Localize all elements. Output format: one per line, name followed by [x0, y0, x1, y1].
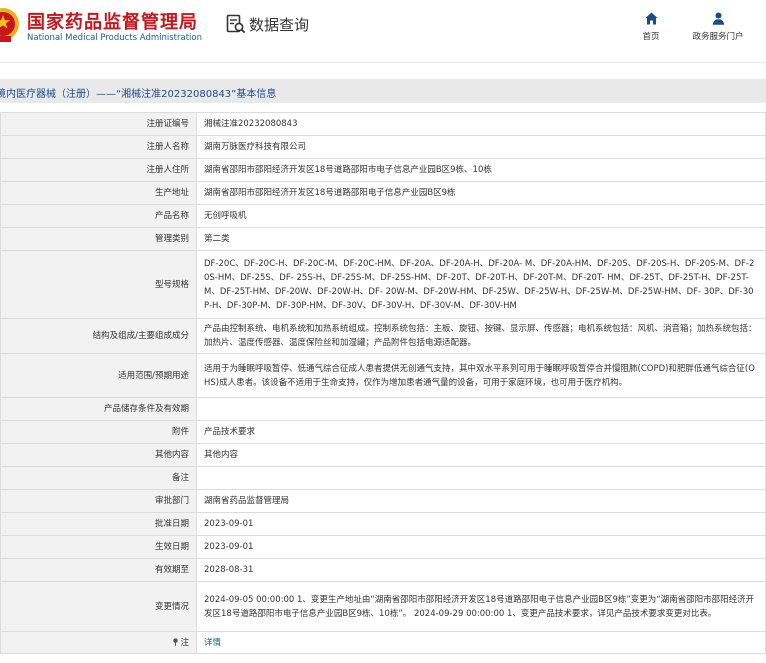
table-row: 注册证编号 湘械注准20232080843	[0, 112, 766, 136]
field-label: 审批部门	[0, 489, 197, 513]
field-label: 注册人名称	[0, 135, 197, 159]
table-row: 适用范围/预期用途 适用于为睡眠呼吸暂停、低通气综合征成人患者提供无创通气支持，…	[0, 353, 766, 398]
table-row: 审批部门 湖南省药品监督管理局	[0, 489, 766, 513]
field-label: 生产地址	[0, 181, 197, 205]
pin-icon	[173, 637, 179, 646]
site-header: 国家药品监督管理局 National Medical Products Admi…	[0, 0, 766, 62]
header-divider	[0, 62, 766, 63]
details-link[interactable]: 详情	[204, 638, 221, 648]
note-label-text: 注	[180, 637, 189, 648]
field-value: 无创呼吸机	[196, 204, 766, 228]
field-value	[196, 397, 766, 421]
field-value: 湖南省药品监督管理局	[196, 489, 766, 513]
brand-name-cn: 国家药品监督管理局	[27, 12, 198, 33]
nav-portal-label: 政务服务门户	[692, 32, 744, 42]
table-row: 结构及组成/主要组成成分 产品由控制系统、电机系统和加热系统组成。控制系统包括：…	[0, 318, 766, 354]
field-label: 适用范围/预期用途	[0, 353, 197, 398]
table-row: 管理类别 第二类	[0, 227, 766, 251]
table-row: 其他内容 其他内容	[0, 443, 766, 467]
table-row: 附件 产品技术要求	[0, 420, 766, 444]
national-emblem-icon	[0, 8, 19, 42]
table-row: 产品名称 无创呼吸机	[0, 204, 766, 228]
field-label: 注册证编号	[0, 112, 197, 136]
field-value: DF-20C、DF-20C-H、DF-20C-M、DF-20C-HM、DF-20…	[196, 250, 766, 319]
field-label: 型号规格	[0, 250, 197, 319]
field-value: 湖南省邵阳市邵阳经济开发区18号道路邵阳市电子信息产业园B区9栋、10栋	[196, 158, 766, 182]
table-row: 注 详情	[0, 631, 766, 654]
field-value: 第二类	[196, 227, 766, 251]
field-label: 其他内容	[0, 443, 197, 467]
field-value: 湖南万脉医疗科技有限公司	[196, 135, 766, 159]
table-row: 生产地址 湖南省邵阳市邵阳经济开发区18号道路邵阳电子信息产业园B区9栋	[0, 181, 766, 205]
table-row: 生效日期 2023-09-01	[0, 535, 766, 559]
field-label: 生效日期	[0, 535, 197, 559]
search-document-icon	[226, 14, 246, 34]
nav-home[interactable]: 首页	[638, 12, 664, 42]
brand-name-en: National Medical Products Administration	[27, 33, 202, 43]
table-row: 注册人名称 湖南万脉医疗科技有限公司	[0, 135, 766, 159]
table-row: 有效期至 2028-08-31	[0, 558, 766, 582]
field-value: 2023-09-01	[196, 512, 766, 536]
field-label: 注	[0, 631, 197, 654]
field-value: 详情	[196, 631, 766, 654]
field-label: 结构及组成/主要组成成分	[0, 318, 197, 354]
page-title: 数据查询	[249, 16, 310, 34]
field-label: 产品名称	[0, 204, 197, 228]
info-table: 注册证编号 湘械注准20232080843 注册人名称 湖南万脉医疗科技有限公司…	[0, 112, 766, 654]
field-label: 附件	[0, 420, 197, 444]
field-label: 备注	[0, 466, 197, 490]
table-row: 备注	[0, 466, 766, 490]
field-label: 管理类别	[0, 227, 197, 251]
nav-home-label: 首页	[642, 32, 660, 42]
field-label: 注册人住所	[0, 158, 197, 182]
field-value: 产品由控制系统、电机系统和加热系统组成。控制系统包括：主板、旋钮、按键、显示屏、…	[196, 318, 766, 354]
field-value: 产品技术要求	[196, 420, 766, 444]
field-value: 湘械注准20232080843	[196, 112, 766, 136]
nav-service-portal[interactable]: 政务服务门户	[686, 12, 750, 42]
table-row: 注册人住所 湖南省邵阳市邵阳经济开发区18号道路邵阳市电子信息产业园B区9栋、1…	[0, 158, 766, 182]
field-value	[196, 466, 766, 490]
table-row: 批准日期 2023-09-01	[0, 512, 766, 536]
field-value: 其他内容	[196, 443, 766, 467]
home-icon	[645, 12, 657, 25]
field-value: 适用于为睡眠呼吸暂停、低通气综合征成人患者提供无创通气支持，其中双水平系列可用于…	[196, 353, 766, 398]
field-label: 批准日期	[0, 512, 197, 536]
field-value: 2023-09-01	[196, 535, 766, 559]
field-value: 2024-09-05 00:00:00 1、变更生产地址由“湖南省邵阳市邵阳经济…	[196, 581, 766, 632]
person-icon	[712, 12, 724, 25]
table-row: 产品储存条件及有效期	[0, 397, 766, 421]
field-value: 2028-08-31	[196, 558, 766, 582]
table-row: 型号规格 DF-20C、DF-20C-H、DF-20C-M、DF-20C-HM、…	[0, 250, 766, 319]
table-row: 变更情况 2024-09-05 00:00:00 1、变更生产地址由“湖南省邵阳…	[0, 581, 766, 632]
field-label: 有效期至	[0, 558, 197, 582]
field-label: 变更情况	[0, 581, 197, 632]
section-title-bar: 境内医疗器械（注册）——“湘械注准20232080843”基本信息	[0, 79, 766, 103]
section-title: 境内医疗器械（注册）——“湘械注准20232080843”基本信息	[0, 89, 277, 100]
field-value: 湖南省邵阳市邵阳经济开发区18号道路邵阳电子信息产业园B区9栋	[196, 181, 766, 205]
field-label: 产品储存条件及有效期	[0, 397, 197, 421]
